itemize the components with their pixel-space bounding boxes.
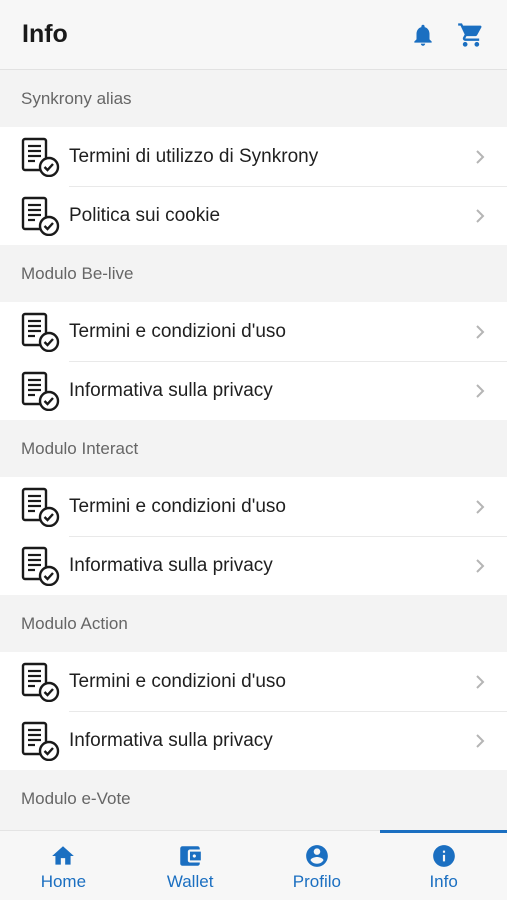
document-check-icon: [20, 546, 60, 586]
account-icon: [306, 845, 328, 867]
cart-icon[interactable]: [457, 21, 485, 49]
document-check-icon: [20, 371, 60, 411]
nav-label: Profilo: [292, 872, 341, 891]
chevron-right-icon: [473, 499, 487, 515]
document-check-icon: [20, 137, 60, 177]
chevron-right-icon: [473, 383, 487, 399]
bell-icon[interactable]: [409, 21, 437, 49]
section-header: Synkrony alias: [0, 70, 507, 127]
chevron-right-icon: [473, 208, 487, 224]
section-header: Modulo Interact: [0, 420, 507, 477]
section-header: Modulo Be-live: [0, 245, 507, 302]
list-item[interactable]: Termini e condizioni d'uso: [0, 302, 507, 361]
document-check-icon: [20, 662, 60, 702]
wallet-icon: [180, 846, 201, 866]
nav-label: Home: [40, 872, 87, 891]
app-bar: Info: [0, 0, 507, 70]
section-header: Modulo Action: [0, 595, 507, 652]
home-icon: [52, 846, 75, 865]
info-icon: [432, 845, 455, 867]
list-item-label: Politica sui cookie: [69, 204, 221, 226]
list-item-label: Informativa sulla privacy: [69, 729, 273, 751]
bottom-nav: Home Wallet Profilo Info: [0, 830, 507, 900]
list-item-label: Termini e condizioni d'uso: [69, 670, 286, 692]
list-item[interactable]: Informativa sulla privacy: [0, 711, 507, 770]
list-item-label: Informativa sulla privacy: [69, 554, 273, 576]
document-check-icon: [20, 312, 60, 352]
list-item-label: Informativa sulla privacy: [69, 379, 273, 401]
list-item[interactable]: Politica sui cookie: [0, 186, 507, 245]
chevron-right-icon: [473, 733, 487, 749]
list-item[interactable]: Informativa sulla privacy: [0, 536, 507, 595]
list-item[interactable]: Termini di utilizzo di Synkrony: [0, 127, 507, 186]
chevron-right-icon: [473, 149, 487, 165]
info-list: Synkrony alias Termini di utilizzo di Sy…: [0, 70, 507, 830]
list-item-label: Termini e condizioni d'uso: [69, 495, 286, 517]
nav-info[interactable]: Info: [380, 830, 507, 900]
nav-label: Info: [429, 872, 458, 891]
document-check-icon: [20, 487, 60, 527]
chevron-right-icon: [473, 558, 487, 574]
page-title: Info: [22, 20, 68, 48]
list-item[interactable]: Termini e condizioni d'uso: [0, 652, 507, 711]
nav-wallet[interactable]: Wallet: [127, 831, 254, 900]
chevron-right-icon: [473, 674, 487, 690]
chevron-right-icon: [473, 324, 487, 340]
section-header: Modulo e-Vote: [0, 770, 507, 827]
nav-home[interactable]: Home: [0, 831, 127, 900]
nav-label: Wallet: [166, 872, 214, 891]
list-item-label: Termini e condizioni d'uso: [69, 320, 286, 342]
document-check-icon: [20, 721, 60, 761]
list-item[interactable]: Informativa sulla privacy: [0, 361, 507, 420]
nav-profilo[interactable]: Profilo: [254, 831, 381, 900]
list-item-label: Termini di utilizzo di Synkrony: [69, 145, 319, 167]
list-item[interactable]: Termini e condizioni d'uso: [0, 477, 507, 536]
document-check-icon: [20, 196, 60, 236]
